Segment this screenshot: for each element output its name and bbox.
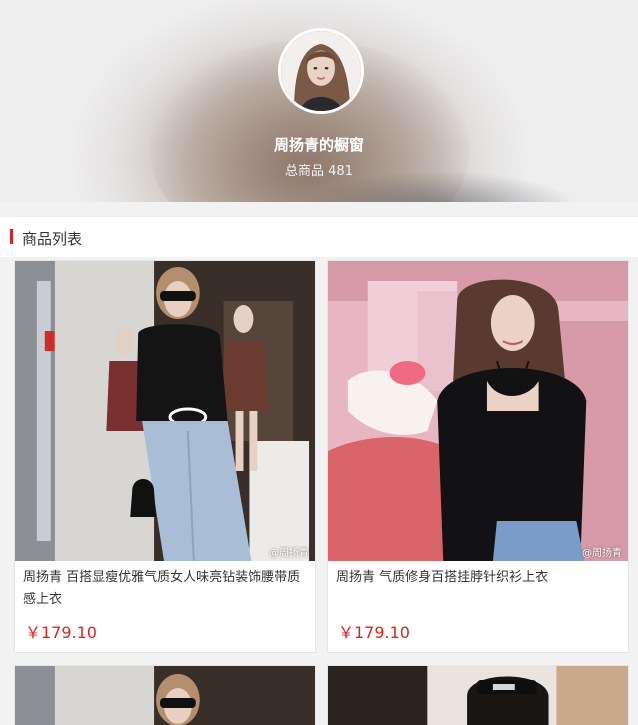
product-price: ￥179.10 [338,623,410,642]
product-title[interactable]: 周扬青 百搭显瘦优雅气质女人味亮钻装饰腰带质感上衣 [23,567,305,611]
product-card[interactable]: @周扬青 周扬青 气质修身百搭挂脖针织衫上衣 ￥179.10 [327,260,629,653]
avatar[interactable] [278,28,364,114]
shop-product-count-label: 总商品 481 [285,164,353,179]
image-watermark: @周扬青 [582,548,622,559]
product-image[interactable] [15,261,315,561]
product-card[interactable] [14,665,316,725]
product-price: ￥179.10 [25,623,97,642]
product-image[interactable] [15,666,315,725]
avatar-portrait-icon [281,31,361,111]
shop-product-count: 总商品 481 [0,160,638,179]
section-accent-bar [10,229,13,244]
product-card[interactable] [327,665,629,725]
product-title[interactable]: 周扬青 气质修身百搭挂脖针织衫上衣 [336,567,618,589]
product-card[interactable]: @周扬青 周扬青 百搭显瘦优雅气质女人味亮钻装饰腰带质感上衣 ￥179.10 [14,260,316,653]
section-title: 商品列表 [22,230,83,248]
product-image[interactable] [328,261,628,561]
shop-name: 周扬青的橱窗 [273,136,364,154]
section-header [0,217,638,257]
image-watermark: @周扬青 [269,548,309,559]
product-image[interactable] [328,666,628,725]
